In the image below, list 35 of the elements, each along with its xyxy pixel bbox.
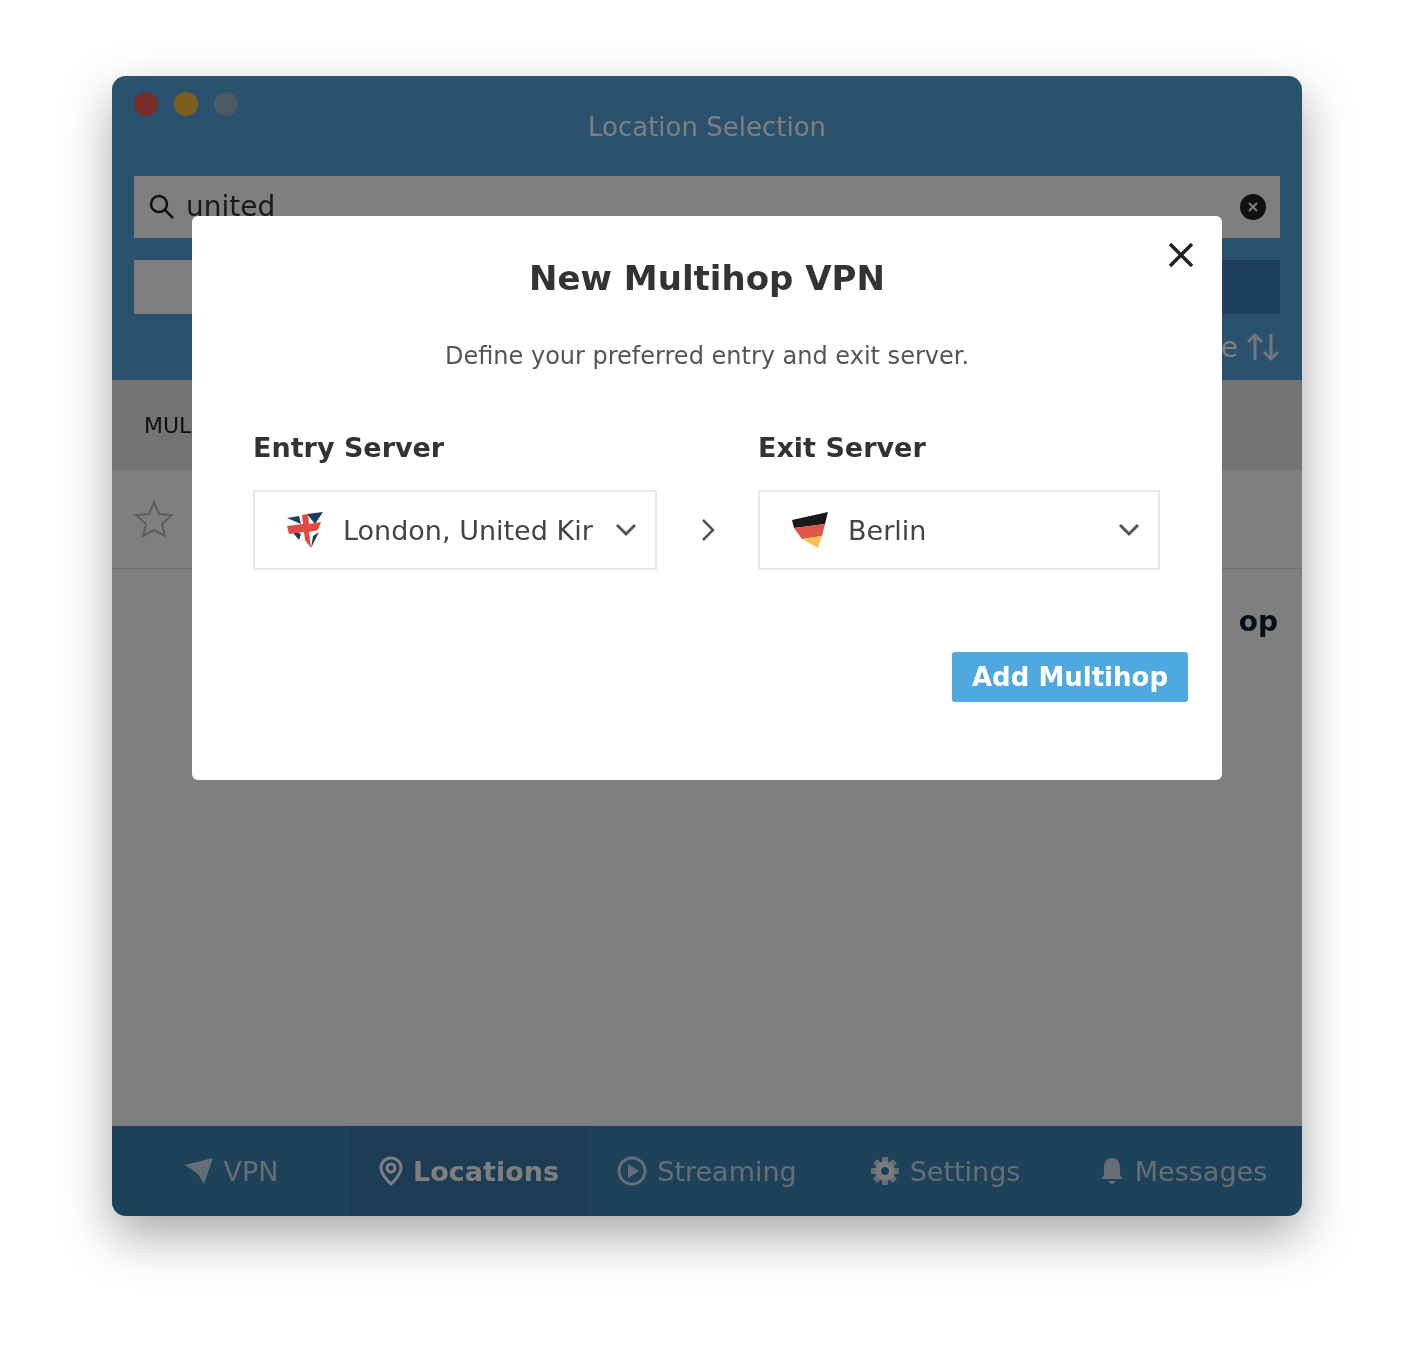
chevron-down-icon <box>615 523 637 537</box>
field-label: Exit Server <box>758 432 927 465</box>
settings-icon <box>869 1156 900 1186</box>
bell-icon <box>1098 1157 1125 1185</box>
nav-tab[interactable]: VPN <box>112 1126 350 1216</box>
chevron-down-icon <box>1118 523 1140 537</box>
sort-icon[interactable] <box>1246 332 1280 363</box>
add-multihop-button[interactable]: Add Multihop <box>952 652 1188 702</box>
nav-tab[interactable]: Messages <box>1064 1126 1302 1216</box>
paper-plane-icon <box>183 1157 214 1185</box>
close-icon <box>1166 240 1196 270</box>
window-title: Location Selection <box>587 112 827 144</box>
dialog-title: New Multihop VPN <box>529 258 885 298</box>
location-pin-icon <box>379 1156 403 1186</box>
dialog-subtitle: Define your preferred entry and exit server. <box>444 342 970 370</box>
server-dropdown[interactable]: London, United Kir <box>253 490 657 570</box>
flag-icon <box>790 510 830 550</box>
nav-tab[interactable]: Settings <box>826 1126 1064 1216</box>
flag-icon <box>285 510 325 550</box>
minimize-window-button[interactable] <box>174 92 198 116</box>
close-button[interactable] <box>1166 240 1196 270</box>
star-icon[interactable] <box>134 500 174 538</box>
chevron-right-icon <box>700 518 715 542</box>
clear-icon[interactable] <box>1240 193 1266 220</box>
search-icon <box>148 192 176 221</box>
play-icon <box>617 1156 648 1186</box>
nav-tab[interactable]: Streaming <box>588 1126 826 1216</box>
server-dropdown[interactable]: Berlin <box>758 490 1160 570</box>
nav-tab[interactable]: Locations <box>350 1126 588 1216</box>
link-text[interactable]: op <box>1238 605 1278 1126</box>
close-window-button[interactable] <box>134 92 158 116</box>
field-label: Entry Server <box>253 432 446 465</box>
section-title: MUL <box>144 412 192 438</box>
sort-label: e <box>1220 330 1238 364</box>
zoom-window-button[interactable] <box>214 92 238 116</box>
